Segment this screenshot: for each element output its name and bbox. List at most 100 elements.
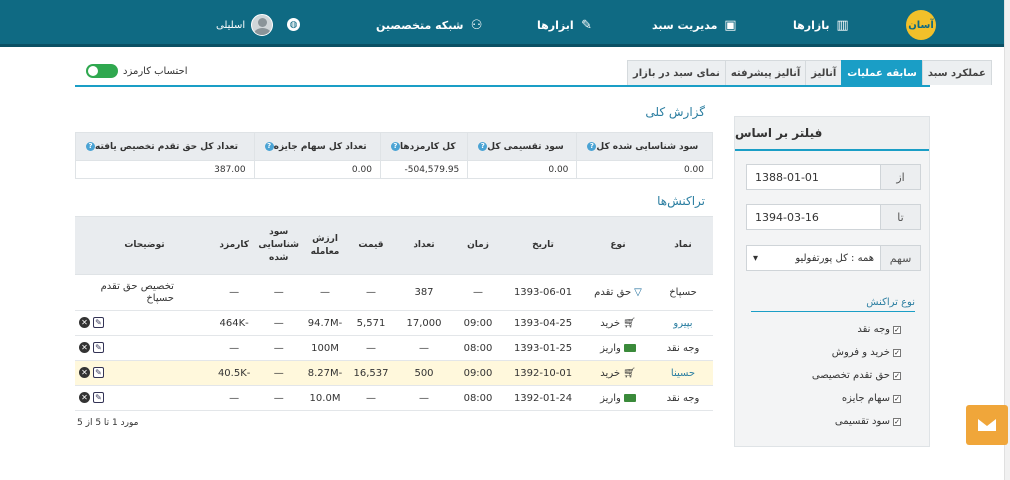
site-logo[interactable]: آسان: [906, 10, 936, 40]
row-date: 1393-01-25: [503, 335, 583, 361]
filter-title: فیلتر بر اساس: [735, 117, 929, 151]
row-price: 5,571: [347, 310, 395, 336]
globe-icon[interactable]: ◍: [287, 18, 300, 31]
checkbox-icon[interactable]: ✓: [893, 348, 901, 357]
type-rights-checkbox[interactable]: ✓ حق تقدم تخصیصی: [812, 370, 901, 381]
nav-tools-label: ابزارها: [537, 18, 574, 32]
col-fee[interactable]: کارمزد: [213, 216, 255, 275]
row-count: 500: [395, 360, 453, 386]
checkbox-icon[interactable]: ✓: [893, 325, 901, 334]
row-actions: ✎ ✕: [75, 360, 214, 386]
row-date: 1392-10-01: [503, 360, 583, 386]
user-menu[interactable]: اسلیلی: [216, 13, 274, 37]
symbol-link[interactable]: بپیرو: [673, 318, 692, 329]
help-icon[interactable]: ?: [478, 141, 488, 151]
tab-advanced-analysis[interactable]: آنالیز پیشرفته: [724, 60, 807, 85]
row-value: —: [303, 274, 347, 311]
delete-icon[interactable]: ✕: [79, 367, 90, 379]
checkbox-icon[interactable]: ✓: [893, 371, 901, 380]
col-symbol[interactable]: نماد: [653, 216, 713, 275]
row-value: 100M: [303, 335, 347, 361]
fee-toggle-label: احتساب کارمزد: [123, 65, 188, 77]
row-count: 387: [395, 274, 453, 311]
row-type: 🛒︎خرید: [583, 310, 653, 336]
symbol-link[interactable]: حسینا: [671, 368, 695, 379]
delete-icon[interactable]: ✕: [79, 317, 90, 329]
fee-toggle-group: احتساب کارمزد: [86, 64, 188, 78]
row-symbol: حسپاخ: [653, 274, 713, 311]
chart-bars-icon: ▥: [836, 17, 849, 33]
help-icon[interactable]: ?: [264, 141, 274, 151]
row-actions: ✎ ✕: [75, 385, 214, 411]
col-profit[interactable]: سود شناسایی شده: [254, 216, 303, 275]
col-time[interactable]: زمان: [453, 216, 503, 275]
tab-performance[interactable]: عملکرد سبد: [921, 60, 992, 85]
network-icon: ⚇: [470, 17, 483, 33]
cash-icon: [623, 393, 636, 402]
row-time: 09:00: [453, 310, 503, 336]
transactions-table: نماد نوع تاریخ زمان تعداد قیمت ارزش معام…: [75, 216, 713, 411]
transactions-title: تراکنش‌ها: [657, 194, 705, 208]
from-date-input[interactable]: 1388-01-01: [747, 165, 880, 189]
contact-button[interactable]: [966, 405, 1008, 445]
table-row: حسینا 🛒︎خرید 1392-10-01 09:00 500 16,537…: [75, 360, 713, 386]
row-fee: —: [213, 274, 255, 311]
tab-market-view[interactable]: نمای سبد در بازار: [627, 60, 726, 85]
edit-icon[interactable]: ✎: [93, 342, 104, 354]
row-count: —: [395, 335, 453, 361]
to-date-addon: تا: [880, 205, 920, 229]
nav-portfolio-label: مدیریت سبد: [652, 18, 718, 32]
help-icon[interactable]: ?: [390, 141, 400, 151]
table-row: وجه نقد واریز 1393-01-25 08:00 — — 100M …: [75, 335, 713, 361]
help-icon[interactable]: ?: [86, 141, 95, 151]
type-dividend-checkbox[interactable]: ✓ سود تقسیمی: [835, 416, 901, 427]
row-price: 16,537: [347, 360, 395, 386]
stock-select[interactable]: همه : کل پورتفولیو ▾: [747, 246, 880, 270]
row-profit: —: [254, 335, 303, 361]
edit-icon[interactable]: ✎: [93, 392, 104, 404]
stock-addon: سهم: [880, 246, 920, 270]
summary-value: 0.00: [253, 160, 381, 179]
tab-analysis[interactable]: آنالیز: [805, 60, 843, 85]
col-date[interactable]: تاریخ: [503, 216, 583, 275]
nav-experts[interactable]: ⚇ شبکه متخصصین: [376, 15, 486, 35]
row-count: —: [395, 385, 453, 411]
summary-table: ? تعداد کل حق تقدم تخصیص یافته ? تعداد کل …: [75, 132, 713, 179]
edit-icon[interactable]: ✎: [93, 317, 104, 329]
col-price[interactable]: قیمت: [347, 216, 395, 275]
fee-toggle[interactable]: [86, 64, 118, 78]
summary-header: ? تعداد کل حق تقدم تخصیص یافته: [75, 132, 255, 161]
from-date-group: 1388-01-01 از: [746, 164, 921, 190]
row-actions: ✎ ✕: [75, 310, 214, 336]
type-bonus-checkbox[interactable]: ✓ سهام جایزه: [842, 393, 901, 404]
col-count[interactable]: تعداد: [395, 216, 453, 275]
row-date: 1393-06-01: [503, 274, 583, 311]
to-date-input[interactable]: 1394-03-16: [747, 205, 880, 229]
type-cash-checkbox[interactable]: ✓ وجه نقد: [857, 324, 901, 335]
col-description[interactable]: توضیحات: [75, 216, 214, 275]
from-date-addon: از: [880, 165, 920, 189]
tools-icon: ✎: [581, 17, 593, 33]
row-type: واریز: [583, 335, 653, 361]
delete-icon[interactable]: ✕: [79, 392, 90, 404]
edit-icon[interactable]: ✎: [93, 367, 104, 379]
row-time: 08:00: [453, 335, 503, 361]
chevron-down-icon: ▾: [753, 252, 759, 264]
filter-panel: فیلتر بر اساس 1388-01-01 از 1394-03-16 ت…: [734, 116, 930, 447]
nav-tools[interactable]: ✎ ابزارها: [537, 15, 596, 35]
col-value[interactable]: ارزش معامله: [303, 216, 347, 275]
delete-icon[interactable]: ✕: [79, 342, 90, 354]
summary-value: -504,579.95: [379, 160, 469, 179]
summary-header: ? سود شناسایی شده کل: [576, 132, 713, 161]
row-time: 08:00: [453, 385, 503, 411]
row-value: -8.27M: [303, 360, 347, 386]
type-trade-checkbox[interactable]: ✓ خرید و فروش: [832, 347, 901, 358]
nav-markets[interactable]: ▥ بازارها: [793, 15, 851, 35]
checkbox-icon[interactable]: ✓: [893, 394, 901, 403]
checkbox-icon[interactable]: ✓: [893, 417, 901, 426]
nav-markets-label: بازارها: [793, 18, 830, 32]
col-type[interactable]: نوع: [583, 216, 653, 275]
portfolio-tabs: عملکرد سبد سابقه عملیات آنالیز آنالیز پی…: [627, 60, 992, 85]
tab-history[interactable]: سابقه عملیات: [841, 60, 923, 85]
nav-portfolio[interactable]: ▣ مدیریت سبد: [652, 15, 739, 35]
